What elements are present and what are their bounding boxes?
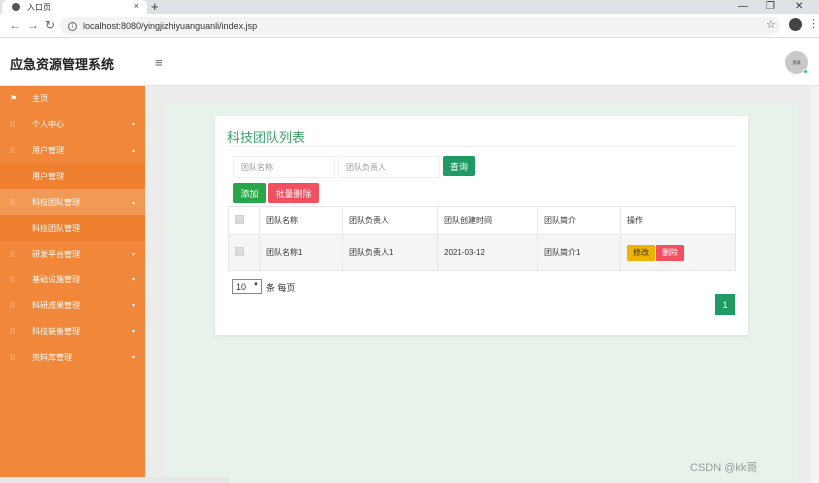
avatar[interactable]: 资源 (785, 51, 808, 74)
sidebar-item-label: 个人中心 (32, 120, 64, 130)
sidebar-item-user-management[interactable]: ⁝⁝ 用户管理 ▴ (0, 138, 145, 164)
watermark: CSDN @kk哥 (690, 462, 758, 474)
reload-icon[interactable]: ↻ (45, 18, 55, 32)
sidebar-item-research-results[interactable]: ⁝⁝ 科研成果管理 ▾ (0, 293, 145, 319)
cell-actions: 修改 删除 (620, 234, 736, 271)
row-select-cell (228, 234, 260, 271)
column-header: 团队名称 (259, 206, 343, 235)
caret-down-icon: ▾ (131, 277, 135, 284)
delete-button[interactable]: 删除 (656, 244, 684, 261)
sidebar-item-rd-platform[interactable]: ⁝⁝ 研发平台管理 ▾ (0, 241, 145, 267)
caret-down-icon: ▾ (131, 251, 135, 258)
globe-icon (12, 3, 20, 11)
select-all-checkbox[interactable] (235, 215, 244, 224)
sidebar-item-home[interactable]: ⚑ 主页 (0, 86, 145, 112)
caret-down-icon: ▾ (131, 303, 135, 310)
kebab-menu-icon[interactable]: ⋮ (808, 17, 819, 30)
tab-title: 入口页 (27, 2, 51, 12)
team-leader-search-input[interactable]: 团队负责人 (338, 156, 440, 178)
info-icon[interactable]: i (68, 21, 77, 31)
column-header: 团队创建时间 (437, 206, 538, 235)
table-row: 团队名称1 团队负责人1 2021-03-12 团队简介1 修改 删除 (228, 234, 736, 271)
close-window-button[interactable]: ✕ (795, 1, 803, 12)
sidebar-item-personal-center[interactable]: ⁝⁝ 个人中心 ▾ (0, 112, 145, 138)
add-button[interactable]: 添加 (233, 183, 266, 203)
divider (227, 146, 736, 147)
flag-icon: ⚑ (10, 94, 18, 104)
cell-team-leader: 团队负责人1 (342, 234, 438, 271)
browser-tab[interactable]: 入口页 × (2, 0, 147, 14)
column-header: 团队简介 (537, 206, 621, 235)
team-table: 团队名称 团队负责人 团队创建时间 团队简介 操作 团队名称1 团队负责人1 2… (228, 206, 736, 271)
grid-icon: ⁝⁝ (10, 197, 16, 207)
edit-button[interactable]: 修改 (627, 244, 655, 261)
cell-team-intro: 团队简介1 (537, 234, 621, 271)
column-header: 操作 (620, 206, 736, 235)
hamburger-menu-icon[interactable]: ≡ (155, 55, 163, 70)
browser-toolbar: ← → ↻ i localhost:8080/yingjizhiyuanguan… (0, 14, 819, 38)
sidebar-item-label: 科技团队管理 (32, 197, 80, 207)
per-page-label: 条 每页 (266, 283, 296, 293)
page-size-value: 10 (236, 281, 247, 292)
grid-icon: ⁝⁝ (10, 301, 16, 311)
sidebar-item-label: 科技装备管理 (32, 326, 80, 336)
select-all-cell (228, 206, 260, 235)
table-header-row: 团队名称 团队负责人 团队创建时间 团队简介 操作 (228, 206, 736, 235)
query-button[interactable]: 查询 (443, 156, 475, 176)
sidebar-item-team-management[interactable]: ⁝⁝ 科技团队管理 ▴ (0, 189, 145, 216)
sidebar-subitem-team-management[interactable]: 科技团队管理 (0, 215, 145, 242)
url-text: localhost:8080/yingjizhiyuanguanli/index… (83, 21, 258, 31)
new-tab-button[interactable]: + (151, 0, 159, 14)
grid-icon: ⁝⁝ (10, 326, 16, 336)
sidebar-item-label: 科研成果管理 (32, 301, 80, 311)
forward-arrow-icon[interactable]: → (27, 18, 39, 32)
caret-down-icon: ▾ (131, 122, 135, 129)
sidebar-item-label: 基础设施管理 (32, 275, 80, 285)
column-header: 团队负责人 (342, 206, 438, 235)
app-title: 应急资源管理系统 (10, 57, 115, 72)
caret-down-icon: ▾ (131, 328, 135, 335)
chevron-down-icon: ▼ (253, 282, 259, 288)
sidebar-item-label: 主页 (32, 94, 48, 104)
team-name-search-input[interactable]: 团队名称 (233, 156, 335, 178)
sidebar: ⚑ 主页 ⁝⁝ 个人中心 ▾ ⁝⁝ 用户管理 ▴ 用户管理 ⁝⁝ 科技团队管理 … (0, 86, 145, 483)
cell-team-name: 团队名称1 (259, 234, 343, 271)
sidebar-item-label: 用户管理 (32, 145, 64, 155)
row-checkbox[interactable] (235, 247, 244, 256)
grid-icon: ⁝⁝ (10, 120, 16, 130)
sidebar-item-library[interactable]: ⁝⁝ 资料库管理 ▾ (0, 344, 145, 370)
caret-up-icon: ▴ (131, 147, 135, 154)
caret-down-icon: ▾ (131, 354, 135, 361)
caret-up-icon: ▴ (131, 199, 135, 206)
profile-icon[interactable] (789, 18, 802, 31)
page-title: 科技团队列表 (227, 130, 306, 145)
browser-tab-strip: 入口页 × + — ❐ ✕ (0, 0, 819, 14)
tab-close-icon[interactable]: × (134, 1, 139, 11)
batch-delete-button[interactable]: 批量删除 (268, 183, 319, 203)
bookmark-star-icon[interactable]: ☆ (766, 18, 776, 31)
grid-icon: ⁝⁝ (10, 275, 16, 285)
sidebar-item-label: 资料库管理 (32, 352, 72, 362)
grid-icon: ⁝⁝ (10, 145, 16, 155)
sidebar-item-infrastructure[interactable]: ⁝⁝ 基础设施管理 ▾ (0, 267, 145, 293)
online-status-dot (803, 69, 808, 74)
status-bar (0, 477, 230, 483)
avatar-text: 资源 (792, 59, 801, 65)
address-bar[interactable]: i localhost:8080/yingjizhiyuanguanli/ind… (60, 17, 780, 35)
sidebar-subitem-user-management[interactable]: 用户管理 (0, 163, 145, 190)
page-scrollbar[interactable] (811, 86, 819, 483)
back-arrow-icon[interactable]: ← (9, 18, 21, 32)
sidebar-item-equipment[interactable]: ⁝⁝ 科技装备管理 ▾ (0, 319, 145, 345)
page-size-select[interactable]: 10 ▼ (232, 279, 262, 294)
grid-icon: ⁝⁝ (10, 249, 16, 259)
grid-icon: ⁝⁝ (10, 352, 16, 362)
cell-created-date: 2021-03-12 (437, 234, 538, 271)
sidebar-item-label: 研发平台管理 (32, 249, 80, 259)
page-number-button[interactable]: 1 (715, 294, 735, 315)
minimize-button[interactable]: — (738, 1, 748, 12)
restore-button[interactable]: ❐ (766, 1, 775, 12)
app-header: 应急资源管理系统 ≡ 资源 (0, 38, 819, 86)
team-list-card: 科技团队列表 团队名称 团队负责人 查询 添加 批量删除 团队名称 团队负责人 … (215, 116, 748, 335)
